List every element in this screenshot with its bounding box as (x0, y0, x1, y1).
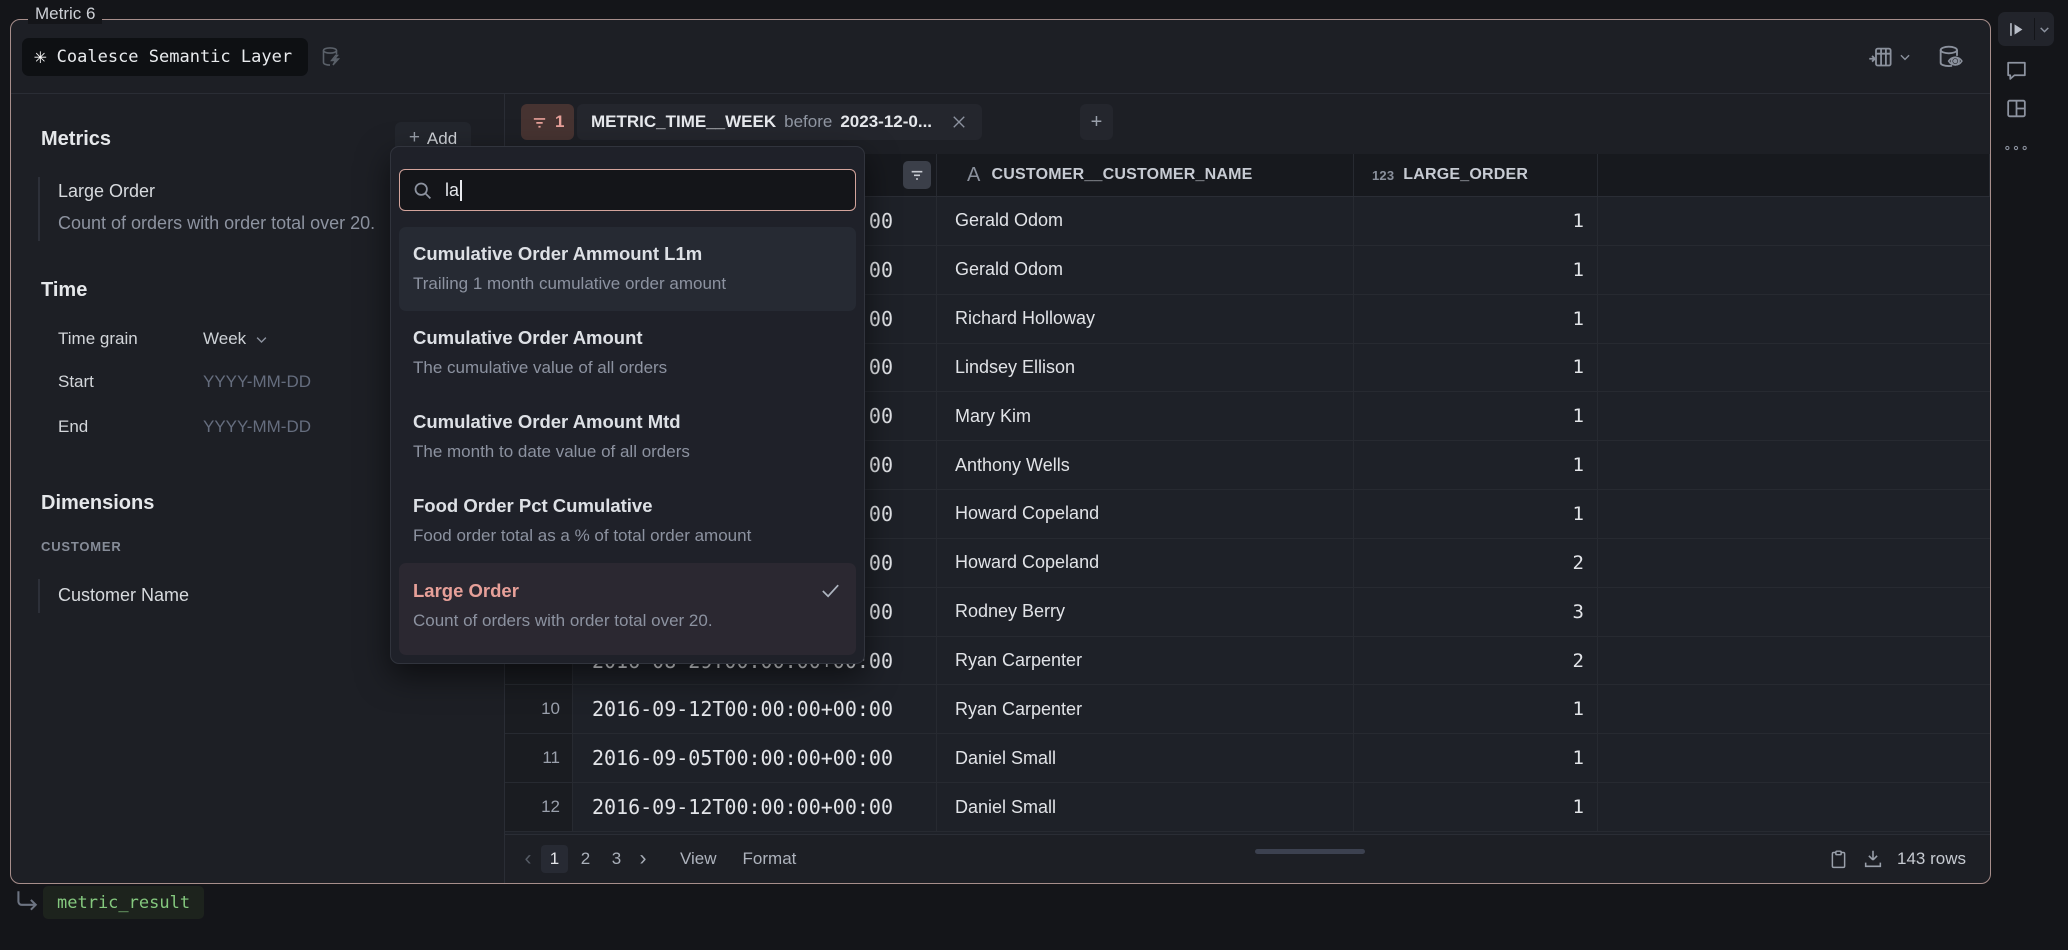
metric-indent-line (38, 177, 40, 241)
page-button-2[interactable]: 2 (572, 845, 599, 873)
coalesce-logo-icon: ✳ (34, 46, 47, 67)
filter-operator: before (784, 112, 832, 132)
view-menu[interactable]: View (680, 849, 717, 869)
start-label: Start (58, 372, 94, 392)
table-output-menu-button[interactable] (1867, 43, 1912, 70)
filter-bar: 1 METRIC_TIME__WEEK before 2023-12-0... … (505, 94, 1990, 154)
horizontal-scrollbar-thumb[interactable] (1255, 849, 1365, 854)
selected-metric-title[interactable]: Large Order (58, 181, 155, 202)
metric-search-dropdown: la Cumulative Order Ammount L1m Trailing… (390, 146, 865, 664)
check-icon (819, 579, 842, 602)
end-label: End (58, 417, 88, 437)
selected-metric-description: Count of orders with order total over 20… (58, 213, 375, 234)
run-cell-icon[interactable] (1998, 20, 2034, 39)
metric-cell-card: ✳ Coalesce Semantic Layer (10, 19, 1991, 884)
metric-option[interactable]: Cumulative Order Ammount L1m Trailing 1 … (399, 227, 856, 311)
column-filter-active-button[interactable] (903, 161, 931, 189)
table-footer-actions: 143 rows (1828, 848, 1966, 870)
text-cursor (460, 180, 462, 201)
table-footer: ‹ 1 2 3 › View Format (505, 834, 1990, 883)
filter-count-badge[interactable]: 1 (521, 104, 574, 140)
filter-value: 2023-12-0... (840, 112, 932, 132)
table-row[interactable]: 122016-09-12T00:00:00+00:00Daniel Small1 (505, 783, 1990, 832)
dimension-indent-line (38, 579, 40, 613)
table-row[interactable]: 102016-09-12T00:00:00+00:00Ryan Carpente… (505, 685, 1990, 734)
dimensions-heading: Dimensions (41, 492, 154, 515)
time-heading: Time (41, 279, 87, 302)
cell-header: ✳ Coalesce Semantic Layer (11, 20, 1990, 94)
row-count: 143 rows (1897, 849, 1966, 869)
run-options-chevron[interactable] (2035, 23, 2054, 36)
chevron-down-icon (254, 332, 269, 347)
large-order-column-header[interactable]: 123 LARGE_ORDER (1354, 154, 1598, 196)
search-value: la (445, 180, 459, 201)
output-variable-chip[interactable]: metric_result (43, 886, 204, 919)
more-options-icon[interactable] (2004, 142, 2028, 154)
page-button-1[interactable]: 1 (541, 845, 568, 873)
time-grain-select[interactable]: Week (203, 329, 269, 349)
output-arrow-icon (13, 888, 39, 919)
metric-option-list: Cumulative Order Ammount L1m Trailing 1 … (399, 227, 856, 655)
copy-table-icon[interactable] (1828, 849, 1849, 870)
spacer-column-header (1598, 154, 1990, 196)
dimension-item[interactable]: Customer Name (58, 585, 189, 606)
download-icon[interactable] (1862, 848, 1884, 870)
filter-icon (531, 114, 548, 131)
comment-icon[interactable] (2004, 57, 2029, 82)
time-grain-label: Time grain (58, 329, 138, 349)
source-chip[interactable]: ✳ Coalesce Semantic Layer (22, 38, 308, 76)
customer-name-column-header[interactable]: A CUSTOMER__CUSTOMER_NAME (937, 154, 1354, 196)
database-lightning-icon[interactable] (320, 45, 344, 69)
view-source-data-button[interactable] (1936, 43, 1964, 71)
search-icon (412, 180, 433, 201)
text-type-icon: A (967, 164, 981, 187)
layout-columns-icon[interactable] (2004, 96, 2029, 121)
cell-body: Metrics + Add Large Order Count of order… (11, 94, 1990, 883)
dimension-group-label: CUSTOMER (41, 539, 122, 554)
end-date-input[interactable]: YYYY-MM-DD (203, 417, 311, 437)
source-chip-label: Coalesce Semantic Layer (57, 47, 292, 67)
metric-search-input[interactable]: la (399, 169, 856, 211)
run-cell-button-group[interactable] (1998, 12, 2054, 46)
next-page-button[interactable]: › (632, 847, 654, 871)
time-filter-chip[interactable]: METRIC_TIME__WEEK before 2023-12-0... (577, 104, 982, 140)
start-date-input[interactable]: YYYY-MM-DD (203, 372, 311, 392)
cell-header-actions (1867, 43, 1964, 71)
cell-title: Metric 6 (28, 4, 102, 24)
metric-option[interactable]: Food Order Pct Cumulative Food order tot… (399, 479, 856, 563)
filter-field: METRIC_TIME__WEEK (591, 112, 776, 132)
format-menu[interactable]: Format (743, 849, 797, 869)
metric-option[interactable]: Cumulative Order Amount Mtd The month to… (399, 395, 856, 479)
notebook-canvas: Metric 6 ✳ Coalesce Semantic Layer (0, 0, 2068, 950)
add-filter-button[interactable]: + (1080, 104, 1113, 140)
table-row[interactable]: 112016-09-05T00:00:00+00:00Daniel Small1 (505, 734, 1990, 783)
metric-option-selected[interactable]: Large Order Count of orders with order t… (399, 563, 856, 655)
prev-page-button[interactable]: ‹ (517, 847, 539, 871)
filter-icon (909, 167, 925, 183)
remove-filter-icon[interactable] (950, 113, 968, 131)
number-type-icon: 123 (1372, 168, 1394, 183)
cell-action-rail (1998, 0, 2068, 950)
page-button-3[interactable]: 3 (603, 845, 630, 873)
metric-option[interactable]: Cumulative Order Amount The cumulative v… (399, 311, 856, 395)
metrics-heading: Metrics (41, 128, 111, 151)
chevron-down-icon (1898, 50, 1912, 64)
